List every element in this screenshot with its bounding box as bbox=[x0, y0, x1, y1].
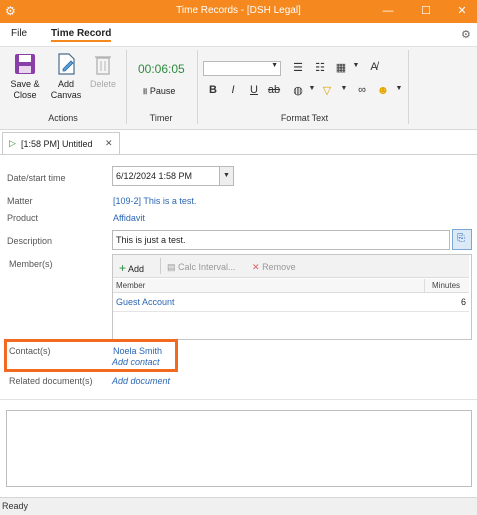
product-label: Product bbox=[7, 213, 39, 223]
link-icon[interactable]: ∞ bbox=[355, 84, 369, 96]
close-tab-icon[interactable]: ✕ bbox=[105, 138, 113, 149]
pause-icon: ॥ bbox=[142, 86, 148, 96]
chevron-down-icon: ▼ bbox=[223, 172, 230, 179]
font-select[interactable]: ▼ bbox=[203, 61, 281, 76]
emoji-icon[interactable]: ☻ bbox=[376, 83, 390, 97]
calc-interval-label: Calc Interval... bbox=[178, 262, 236, 272]
group-divider bbox=[126, 50, 127, 124]
tab-file[interactable]: File bbox=[11, 28, 27, 39]
column-divider[interactable] bbox=[424, 279, 425, 293]
remove-member-label: Remove bbox=[262, 262, 296, 272]
document-tab-label: [1:58 PM] Untitled bbox=[21, 139, 93, 149]
save-close-label-2: Close bbox=[13, 90, 37, 100]
status-bar: Ready bbox=[0, 497, 477, 515]
tab-divider bbox=[0, 154, 477, 155]
chevron-down-icon[interactable]: ▼ bbox=[305, 85, 319, 92]
notes-editor[interactable] bbox=[6, 410, 472, 487]
contact-name-link[interactable]: Noela Smith bbox=[113, 346, 162, 356]
members-label: Member(s) bbox=[9, 259, 53, 269]
delete-button[interactable]: Delete bbox=[86, 52, 120, 90]
section-divider bbox=[0, 399, 477, 400]
group-divider bbox=[197, 50, 198, 124]
member-name: Guest Account bbox=[116, 297, 175, 307]
add-contact-link[interactable]: Add contact bbox=[112, 357, 160, 367]
minutes-column-header[interactable]: Minutes bbox=[432, 281, 460, 290]
table-icon[interactable]: ▦ bbox=[334, 61, 348, 74]
status-text: Ready bbox=[2, 501, 29, 511]
chevron-down-icon[interactable]: ▼ bbox=[392, 85, 406, 92]
trash-icon bbox=[95, 56, 111, 75]
matter-link[interactable]: [109-2] This is a test. bbox=[113, 196, 196, 206]
description-label: Description bbox=[7, 236, 53, 246]
add-document-link[interactable]: Add document bbox=[112, 376, 170, 386]
save-close-label-1: Save & bbox=[10, 79, 40, 89]
calculator-icon: ▤ bbox=[167, 262, 176, 272]
underline-icon[interactable]: U bbox=[247, 84, 261, 96]
clear-format-icon[interactable]: A̸ bbox=[367, 61, 381, 73]
timer-display: 00:06:05 bbox=[138, 62, 185, 76]
italic-icon[interactable]: I bbox=[226, 84, 240, 96]
add-canvas-button[interactable]: Add Canvas bbox=[47, 52, 85, 101]
contacts-label: Contact(s) bbox=[9, 346, 51, 356]
document-tab[interactable]: ▷ [1:58 PM] Untitled ✕ bbox=[2, 132, 120, 155]
date-value: 6/12/2024 1:58 PM bbox=[116, 171, 193, 181]
timer-group-label: Timer bbox=[149, 113, 173, 123]
title-bar: ⚙ Time Records - [DSH Legal] — ☐ ✕ bbox=[0, 0, 477, 23]
date-field[interactable]: 6/12/2024 1:58 PM bbox=[112, 166, 220, 186]
actions-group-label: Actions bbox=[48, 113, 78, 123]
toolbar-divider bbox=[160, 258, 161, 274]
chevron-down-icon[interactable]: ▼ bbox=[349, 62, 363, 69]
member-minutes: 6 bbox=[460, 297, 466, 307]
group-divider bbox=[408, 50, 409, 124]
matter-label: Matter bbox=[7, 196, 33, 206]
add-canvas-label-2: Canvas bbox=[50, 90, 82, 100]
related-documents-label: Related document(s) bbox=[9, 376, 93, 386]
description-input[interactable]: This is just a test. bbox=[112, 230, 450, 250]
bullet-list-icon[interactable]: ☰ bbox=[291, 61, 305, 74]
chevron-down-icon: ▼ bbox=[271, 62, 278, 69]
bold-icon[interactable]: B bbox=[206, 84, 220, 96]
pause-button[interactable]: ॥ Pause bbox=[142, 84, 175, 97]
add-canvas-label-1: Add bbox=[57, 79, 74, 89]
palette-icon[interactable]: ◍ bbox=[291, 84, 305, 97]
description-value: This is just a test. bbox=[116, 235, 186, 245]
pause-label: Pause bbox=[149, 86, 176, 96]
settings-icon[interactable]: ⚙ bbox=[461, 28, 471, 41]
members-header bbox=[113, 279, 469, 293]
calc-interval-button[interactable]: ▤ Calc Interval... bbox=[167, 262, 236, 273]
format-text-group-label: Format Text bbox=[280, 113, 329, 123]
minimize-button[interactable]: — bbox=[370, 0, 406, 23]
numbered-list-icon[interactable]: ☷ bbox=[313, 61, 327, 74]
strikethrough-icon[interactable]: ab bbox=[267, 84, 281, 96]
plus-icon: + bbox=[119, 261, 127, 275]
member-column-header[interactable]: Member bbox=[116, 281, 145, 290]
date-dropdown-button[interactable]: ▼ bbox=[219, 166, 234, 186]
product-link[interactable]: Affidavit bbox=[113, 213, 145, 223]
lock-icon: ⎘ bbox=[457, 233, 465, 244]
highlight-icon[interactable]: ▽ bbox=[320, 84, 334, 97]
maximize-button[interactable]: ☐ bbox=[408, 0, 444, 23]
remove-member-button[interactable]: ✕ Remove bbox=[252, 262, 296, 273]
date-label: Date/start time bbox=[7, 173, 66, 183]
remove-icon: ✕ bbox=[252, 262, 260, 272]
description-expand-button[interactable]: ⎘ bbox=[452, 229, 472, 250]
add-member-label: Add bbox=[128, 264, 145, 274]
close-window-button[interactable]: ✕ bbox=[444, 0, 477, 23]
save-close-button[interactable]: Save & Close bbox=[6, 52, 44, 101]
table-row[interactable]: Guest Account 6 bbox=[113, 295, 469, 312]
delete-label: Delete bbox=[89, 79, 116, 89]
add-member-button[interactable]: + Add bbox=[119, 261, 144, 275]
tab-time-record[interactable]: Time Record bbox=[51, 28, 112, 42]
save-icon bbox=[15, 54, 35, 74]
chevron-down-icon[interactable]: ▼ bbox=[337, 85, 351, 92]
play-icon: ▷ bbox=[9, 138, 16, 148]
canvas-icon bbox=[58, 53, 75, 75]
